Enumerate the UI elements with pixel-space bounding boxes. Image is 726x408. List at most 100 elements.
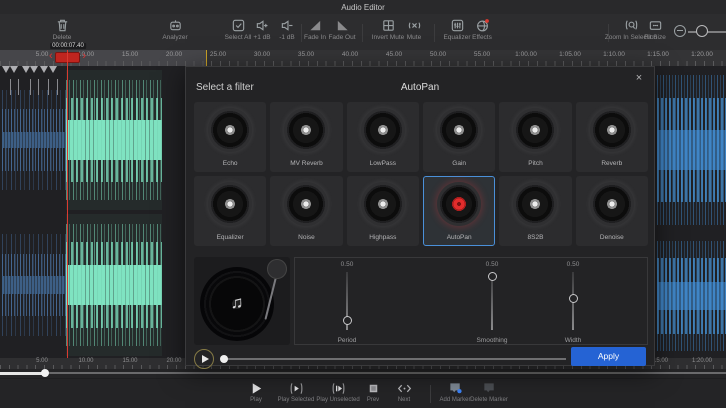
vinyl-record-icon <box>361 108 405 152</box>
delete-label: Delete <box>53 34 72 41</box>
zoom-out-icon[interactable] <box>674 25 686 37</box>
mute-button[interactable]: Mute <box>392 18 436 41</box>
filter-card-gain[interactable]: Gain <box>423 102 495 172</box>
vinyl-record-icon <box>284 182 328 226</box>
filter-card-autopan-selected[interactable]: AutoPan <box>423 176 495 246</box>
filter-card-reverb[interactable]: Reverb <box>576 102 648 172</box>
audio-editor-window: Audio Editor Delete Analyzer Select All … <box>0 0 726 408</box>
effects-button[interactable]: Effects <box>460 18 504 41</box>
ruler-label: 35.00 <box>298 51 314 58</box>
overview-label: 1:20.00 <box>692 358 712 364</box>
left-waveform-ch2-unselected <box>2 214 66 356</box>
timeline-marker-icon[interactable] <box>30 66 38 73</box>
title-bar: Audio Editor <box>0 0 726 14</box>
smoothing-label: Smoothing <box>462 337 522 344</box>
timeline-marker-icon[interactable] <box>10 66 18 73</box>
ruler-label: 1:20.00 <box>691 51 713 58</box>
ruler-label: 15.00 <box>122 51 138 58</box>
filter-name: Pitch <box>528 160 542 167</box>
preview-progress-thumb[interactable] <box>220 355 228 363</box>
app-title: Audio Editor <box>341 3 385 12</box>
ruler-label: 30.00 <box>254 51 270 58</box>
fit-size-button[interactable]: Fit Size <box>633 18 677 41</box>
ruler-label: 50.00 <box>430 51 446 58</box>
add-marker-icon <box>448 381 463 396</box>
filter-name: Gain <box>452 160 466 167</box>
seek-bar-track[interactable] <box>0 372 726 374</box>
filter-card-highpass[interactable]: Highpass <box>347 176 419 246</box>
ruler-label: 20.00 <box>166 51 182 58</box>
ruler-label: 5.00 <box>36 51 49 58</box>
zoom-slider-thumb[interactable] <box>696 25 708 37</box>
filter-card-denoise[interactable]: Denoise <box>576 176 648 246</box>
ruler-label: 1:15.00 <box>647 51 669 58</box>
width-slider-thumb[interactable] <box>569 294 578 303</box>
turntable-tonearm-base-icon <box>267 259 287 279</box>
filter-name: LowPass <box>370 160 396 167</box>
zoom-slider[interactable] <box>674 22 726 42</box>
vinyl-record-icon <box>590 108 634 152</box>
ruler-label: 10.00 <box>78 51 94 58</box>
playhead-line[interactable] <box>67 50 68 358</box>
filter-name: Echo <box>223 160 238 167</box>
play-unselected-icon <box>331 381 346 396</box>
filter-name: Equalizer <box>217 234 244 241</box>
timeline-marker-icon[interactable] <box>40 66 48 73</box>
timeline-marker-icon[interactable] <box>2 66 10 73</box>
period-slider-thumb[interactable] <box>343 316 352 325</box>
view-marker <box>206 50 207 66</box>
next-label: Next <box>398 397 410 403</box>
overview-label: 20.00 <box>166 358 181 364</box>
smoothing-slider-thumb[interactable] <box>488 272 497 281</box>
vinyl-record-icon <box>437 108 481 152</box>
timeline-marker-icon[interactable] <box>49 66 57 73</box>
play-selected-button[interactable]: Play Selected <box>273 381 319 403</box>
analyzer-icon <box>168 18 183 33</box>
timeline-marker-icon[interactable] <box>22 66 30 73</box>
prev-button[interactable]: Next <box>381 381 427 403</box>
effects-label: Effects <box>472 34 492 41</box>
prev-label: Prev <box>367 397 379 403</box>
width-label: Width <box>543 337 603 344</box>
fade-out-icon <box>335 18 350 33</box>
transport-bar: Play Play Selected Play Unselected Prev … <box>0 378 726 408</box>
seek-bar-thumb[interactable] <box>41 369 49 377</box>
preview-play-button[interactable] <box>194 349 214 369</box>
filter-dialog: Select a filter AutoPan Echo MV Reverb L… <box>185 66 655 366</box>
filter-card-noise[interactable]: Noise <box>270 176 342 246</box>
filter-name: Noise <box>298 234 315 241</box>
width-value: 0.50 <box>543 261 603 268</box>
ruler-label: 1:10.00 <box>603 51 625 58</box>
filter-card-equalizer[interactable]: Equalizer <box>194 176 266 246</box>
vinyl-record-red-icon <box>437 182 481 226</box>
delete-marker-button[interactable]: Delete Marker <box>466 381 512 403</box>
vinyl-record-icon <box>590 182 634 226</box>
apply-button[interactable]: Apply <box>571 347 646 366</box>
fade-out-button[interactable]: Fade Out <box>320 18 364 41</box>
fit-size-icon <box>648 18 663 33</box>
vinyl-record-icon <box>284 108 328 152</box>
filter-card-pitch[interactable]: Pitch <box>499 102 571 172</box>
preview-progress-track[interactable] <box>224 358 566 360</box>
period-value: 0.50 <box>317 261 377 268</box>
filter-name: 8S2B <box>528 234 544 241</box>
delete-button[interactable]: Delete <box>40 18 84 41</box>
filter-card-lowpass[interactable]: LowPass <box>347 102 419 172</box>
filter-card-mv-reverb[interactable]: MV Reverb <box>270 102 342 172</box>
width-slider: 0.50 Width <box>543 258 603 346</box>
period-slider: 0.50 Period <box>317 258 377 346</box>
analyzer-label: Analyzer <box>162 34 187 41</box>
trash-icon <box>55 18 70 33</box>
play-label: Play <box>250 397 262 403</box>
filter-card-echo[interactable]: Echo <box>194 102 266 172</box>
vinyl-record-icon <box>361 182 405 226</box>
analyzer-button[interactable]: Analyzer <box>153 18 197 41</box>
overview-label: 15.00 <box>122 358 137 364</box>
stop-icon <box>366 381 381 396</box>
ruler-label: 55.00 <box>474 51 490 58</box>
smoothing-slider: 0.50 Smoothing <box>462 258 522 346</box>
timeline-ruler[interactable]: 5.00 10.00 15.00 20.00 25.00 30.00 35.00… <box>0 50 726 67</box>
filter-card-8s2b[interactable]: 8S2B <box>499 176 571 246</box>
fade-out-label: Fade Out <box>328 34 355 41</box>
mute-label: Mute <box>407 34 421 41</box>
